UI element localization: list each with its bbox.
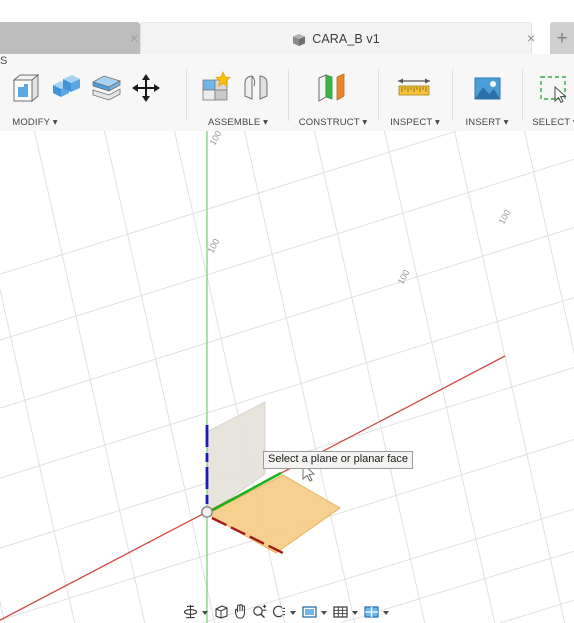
move-copy-button[interactable] [126, 66, 166, 110]
origin-point [201, 506, 213, 518]
pan-tool-button[interactable] [231, 600, 250, 622]
zoom-magnifier-icon [253, 604, 267, 618]
ribbon-toolbar: S MODIFY ▾ ASSEMBLE ▾ CONSTRUCT ▾ INSPEC… [0, 54, 574, 132]
look-at-tool-button[interactable] [212, 600, 231, 622]
viewports-caret-icon[interactable] [383, 611, 389, 615]
pan-hand-icon [234, 603, 246, 619]
construct-plane-button[interactable] [312, 66, 352, 110]
joint-button[interactable] [236, 66, 276, 110]
ribbon-group-construct: CONSTRUCT ▾ [290, 65, 376, 129]
viewports-button[interactable] [362, 600, 381, 622]
fusion360-window: × CARA_B v1 × + S MODIFY ▾ ASSEMBLE ▾ CO… [0, 0, 574, 623]
combine-button[interactable] [46, 66, 86, 110]
viewport-canvas[interactable] [0, 131, 574, 623]
ribbon-group-assemble-label[interactable]: ASSEMBLE ▾ [190, 117, 286, 128]
viewport-grid [0, 131, 574, 623]
view-navigation-bar [0, 599, 574, 623]
viewport-tooltip: Select a plane or planar face [263, 451, 414, 469]
select-tool-button[interactable] [534, 66, 574, 110]
measure-button[interactable] [394, 66, 434, 110]
ribbon-separator-2 [288, 69, 289, 121]
fit-icon [272, 605, 285, 617]
active-tab-close-icon[interactable]: × [527, 31, 535, 45]
fit-caret-icon[interactable] [290, 611, 296, 615]
new-component-button[interactable] [196, 66, 236, 110]
ribbon-separator-1 [186, 69, 187, 121]
grid-snaps-icon [333, 605, 348, 618]
fit-tool-button[interactable] [269, 600, 288, 622]
ribbon-group-select-label[interactable]: SELECT ▾ [524, 117, 574, 128]
display-settings-icon [302, 605, 317, 618]
orbit-caret-icon[interactable] [202, 611, 208, 615]
insert-image-button[interactable] [467, 66, 507, 110]
document-tab-strip: × CARA_B v1 × + [0, 0, 574, 54]
ribbon-group-select: SELECT ▾ [524, 65, 574, 129]
display-settings-button[interactable] [300, 600, 319, 622]
viewports-icon [364, 605, 379, 618]
3d-viewport[interactable]: 100 100 100 100 Select a plane or planar… [0, 131, 574, 623]
inactive-document-tab[interactable] [0, 22, 140, 54]
plus-icon: + [556, 27, 568, 49]
ribbon-group-construct-label[interactable]: CONSTRUCT ▾ [290, 117, 376, 128]
active-document-tab[interactable]: CARA_B v1 [140, 22, 532, 54]
new-tab-button[interactable]: + [550, 22, 574, 54]
ribbon-separator-5 [522, 69, 523, 121]
ribbon-group-inspect: INSPECT ▾ [380, 65, 450, 129]
ribbon-group-modify: MODIFY ▾ [0, 65, 160, 129]
grid-snaps-button[interactable] [331, 600, 350, 622]
ribbon-group-insert-label[interactable]: INSERT ▾ [454, 117, 520, 128]
zoom-tool-button[interactable] [250, 600, 269, 622]
active-tab-label: CARA_B v1 [312, 31, 380, 46]
inactive-tab-close-icon[interactable]: × [130, 31, 138, 45]
grid-snaps-caret-icon[interactable] [352, 611, 358, 615]
orbit-tool-button[interactable] [181, 600, 200, 622]
ribbon-separator-3 [378, 69, 379, 121]
cube-icon [292, 33, 306, 47]
display-settings-caret-icon[interactable] [321, 611, 327, 615]
ribbon-group-modify-label[interactable]: MODIFY ▾ [0, 117, 110, 128]
ribbon-group-inspect-label[interactable]: INSPECT ▾ [380, 117, 450, 128]
ribbon-group-assemble: ASSEMBLE ▾ [190, 65, 286, 129]
look-at-icon [215, 604, 228, 619]
orbit-icon [183, 604, 198, 618]
shell-button[interactable] [6, 66, 46, 110]
ribbon-separator-4 [452, 69, 453, 121]
ribbon-groups: MODIFY ▾ ASSEMBLE ▾ CONSTRUCT ▾ INSPECT … [0, 65, 574, 131]
active-tab-title-group: CARA_B v1 [292, 32, 380, 46]
ribbon-group-insert: INSERT ▾ [454, 65, 520, 129]
split-face-button[interactable] [86, 66, 126, 110]
